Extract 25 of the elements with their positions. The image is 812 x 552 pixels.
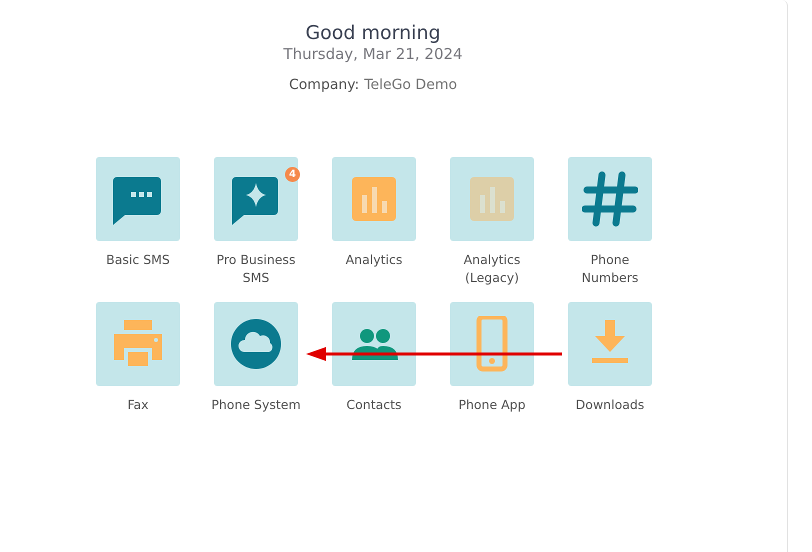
app-tile[interactable] xyxy=(96,157,180,241)
app-tile[interactable] xyxy=(96,302,180,386)
app-tile[interactable] xyxy=(332,157,416,241)
app-tile[interactable] xyxy=(450,302,534,386)
greeting: Good morning xyxy=(305,21,441,45)
app-label: Contacts xyxy=(345,396,403,414)
app-label: Phone Numbers xyxy=(580,251,640,287)
notification-badge: 4 xyxy=(285,167,300,182)
app-label: Analytics (Legacy) xyxy=(462,251,522,287)
app-label: Pro Business SMS xyxy=(216,251,296,287)
app-tile[interactable] xyxy=(568,302,652,386)
app-tile[interactable]: 4 xyxy=(214,157,298,241)
app-label: Basic SMS xyxy=(105,251,171,269)
app-tile[interactable] xyxy=(214,302,298,386)
app-tile[interactable] xyxy=(332,302,416,386)
app-label: Analytics xyxy=(344,251,404,269)
app-label: Phone System xyxy=(210,396,302,414)
app-label: Fax xyxy=(126,396,150,414)
app-tile[interactable] xyxy=(450,157,534,241)
company-label: Company: xyxy=(288,77,360,93)
date-text: Thursday, Mar 21, 2024 xyxy=(283,45,463,63)
app-label: Downloads xyxy=(574,396,646,414)
app-tile[interactable] xyxy=(568,157,652,241)
app-label: Phone App xyxy=(457,396,527,414)
company-name: TeleGo Demo xyxy=(364,77,458,93)
